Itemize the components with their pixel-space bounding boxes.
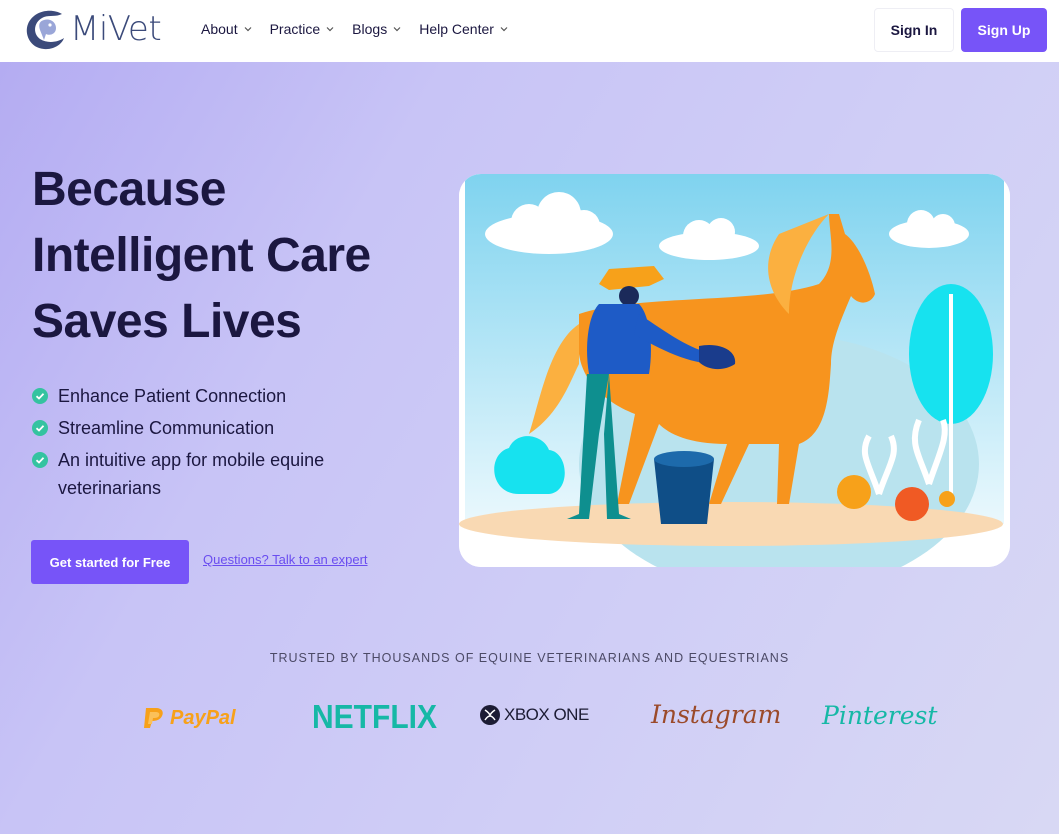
- xbox-text: XBOX ONE: [504, 705, 589, 724]
- list-item: Streamline Communication: [32, 414, 362, 442]
- feature-text: An intuitive app for mobile equine veter…: [58, 450, 325, 498]
- sign-in-button[interactable]: Sign In: [874, 8, 954, 52]
- vet-grooming-horse-illustration: [459, 174, 1010, 567]
- nav-item-help-center[interactable]: Help Center: [419, 21, 508, 37]
- nav-item-label: Practice: [269, 21, 321, 37]
- chevron-down-icon: [393, 27, 401, 32]
- top-navigation-bar: MiVet About Practice Blogs Help Center S…: [0, 0, 1059, 62]
- chevron-down-icon: [244, 27, 252, 32]
- nav-item-label: Blogs: [352, 21, 388, 37]
- nav-item-blogs[interactable]: Blogs: [352, 21, 401, 37]
- feature-text: Enhance Patient Connection: [58, 386, 287, 406]
- talk-to-expert-link[interactable]: Questions? Talk to an expert: [203, 552, 368, 567]
- pinterest-logo: Pinterest: [822, 701, 937, 730]
- paypal-icon: [144, 708, 163, 728]
- get-started-button[interactable]: Get started for Free: [31, 540, 189, 584]
- feature-list: Enhance Patient Connection Streamline Co…: [32, 382, 362, 506]
- brand-name: MiVet: [70, 9, 162, 49]
- sign-up-button[interactable]: Sign Up: [961, 8, 1047, 52]
- check-circle-icon: [32, 420, 48, 436]
- paypal-logo: PayPal: [142, 706, 236, 730]
- xbox-one-logo: XBOX ONE: [479, 704, 589, 726]
- pinterest-text: Pinterest: [822, 701, 938, 730]
- horse-head-logo-icon: [26, 10, 64, 50]
- netflix-logo: NETFLIX: [312, 699, 437, 736]
- list-item: Enhance Patient Connection: [32, 382, 362, 410]
- list-item: An intuitive app for mobile equine veter…: [32, 446, 362, 502]
- nav-item-about[interactable]: About: [201, 21, 252, 37]
- paypal-text: PayPal: [170, 706, 236, 729]
- instagram-text: Instagram: [651, 700, 782, 729]
- main-nav: About Practice Blogs Help Center: [201, 21, 526, 37]
- hero-headline: Because Intelligent Care Saves Lives: [32, 163, 371, 348]
- trusted-heading: TRUSTED BY THOUSANDS OF EQUINE VETERINAR…: [269, 651, 790, 665]
- chevron-down-icon: [500, 27, 508, 32]
- instagram-logo: Instagram: [651, 700, 781, 729]
- nav-item-label: About: [201, 21, 238, 37]
- feature-text: Streamline Communication: [58, 418, 275, 438]
- xbox-icon: [480, 705, 500, 725]
- chevron-down-icon: [326, 27, 334, 32]
- check-circle-icon: [32, 452, 48, 468]
- mivet-logo[interactable]: MiVet: [22, 6, 162, 52]
- nav-item-practice[interactable]: Practice: [270, 21, 335, 37]
- nav-item-label: Help Center: [419, 21, 494, 37]
- check-circle-icon: [32, 388, 48, 404]
- netflix-text: NETFLIX: [312, 699, 437, 736]
